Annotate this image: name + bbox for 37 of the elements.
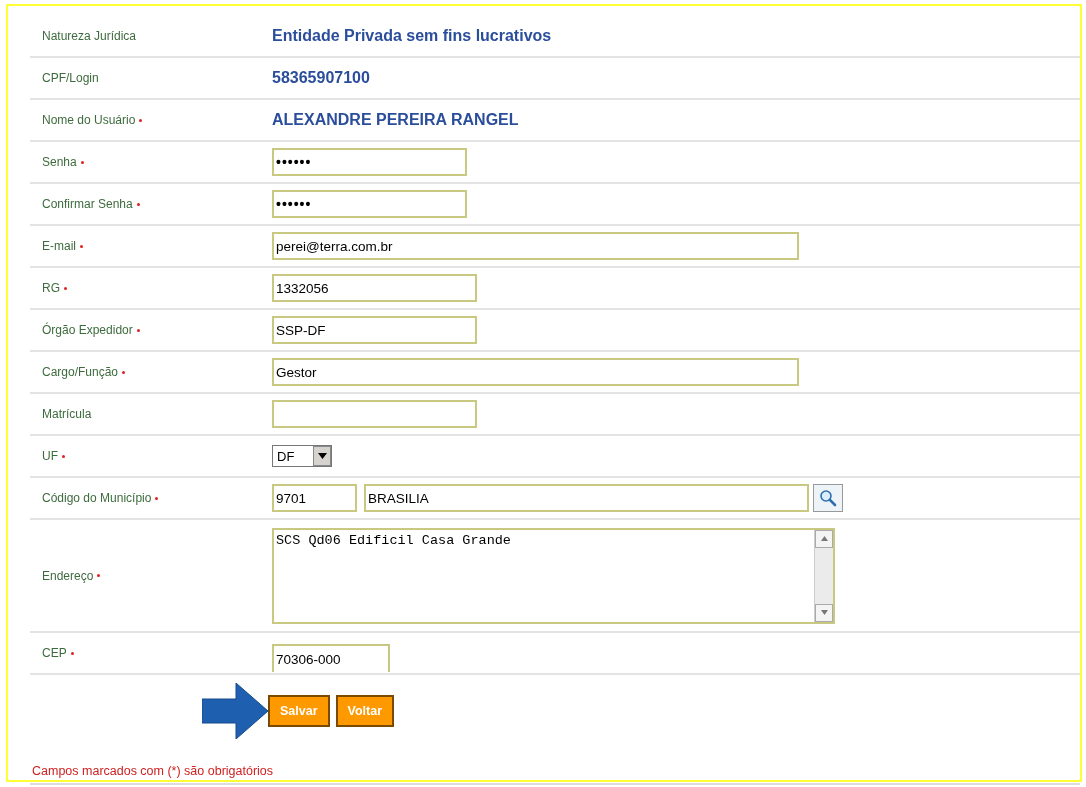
field-label: Órgão Expedidor bbox=[42, 323, 133, 337]
input-field[interactable]: •••••• bbox=[272, 190, 467, 218]
field-label: Senha bbox=[42, 155, 77, 169]
input-field[interactable]: BRASILIA bbox=[364, 484, 809, 512]
field-label: CPF/Login bbox=[42, 71, 99, 85]
field-label: RG bbox=[42, 281, 60, 295]
field-value: ALEXANDRE PEREIRA RANGEL bbox=[272, 111, 519, 129]
uf-dropdown[interactable]: DF bbox=[272, 445, 332, 467]
input-field[interactable]: 70306-000 bbox=[272, 644, 390, 672]
field-label: CEP bbox=[42, 646, 67, 660]
arrow-icon bbox=[202, 683, 268, 739]
field-label: E-mail bbox=[42, 239, 76, 253]
field-label: Nome do Usuário bbox=[42, 113, 136, 127]
field-label: Confirmar Senha bbox=[42, 197, 133, 211]
field-label: Matrícula bbox=[42, 407, 92, 421]
field-label: UF bbox=[42, 449, 58, 463]
down-arrow-icon bbox=[820, 610, 828, 615]
required-fields-note: Campos marcados com (*) são obrigatórios bbox=[32, 764, 274, 778]
input-field[interactable]: 9701 bbox=[272, 484, 357, 512]
up-arrow-icon bbox=[820, 536, 828, 541]
input-field[interactable]: SSP-DF bbox=[272, 316, 477, 344]
field-value: Entidade Privada sem fins lucrativos bbox=[272, 27, 552, 45]
scroll-up-button[interactable] bbox=[815, 529, 833, 548]
scroll-down-button[interactable] bbox=[815, 603, 833, 622]
field-label: Endereço bbox=[42, 568, 94, 583]
address-textarea[interactable]: SCS Qd06 Edificil Casa Grande bbox=[272, 527, 835, 624]
scrollbar[interactable] bbox=[814, 529, 833, 622]
field-label: Natureza Jurídica bbox=[42, 29, 137, 43]
field-label: Código do Município bbox=[42, 491, 152, 505]
input-field[interactable]: Gestor bbox=[272, 358, 799, 386]
input-field[interactable]: 1332056 bbox=[272, 274, 477, 302]
input-field[interactable] bbox=[272, 400, 477, 428]
search-icon[interactable] bbox=[813, 484, 843, 512]
input-field[interactable]: •••••• bbox=[272, 148, 467, 176]
field-label: Cargo/Função bbox=[42, 365, 119, 379]
input-field[interactable]: perei@terra.com.br bbox=[272, 232, 799, 260]
field-value: 58365907100 bbox=[272, 69, 370, 87]
